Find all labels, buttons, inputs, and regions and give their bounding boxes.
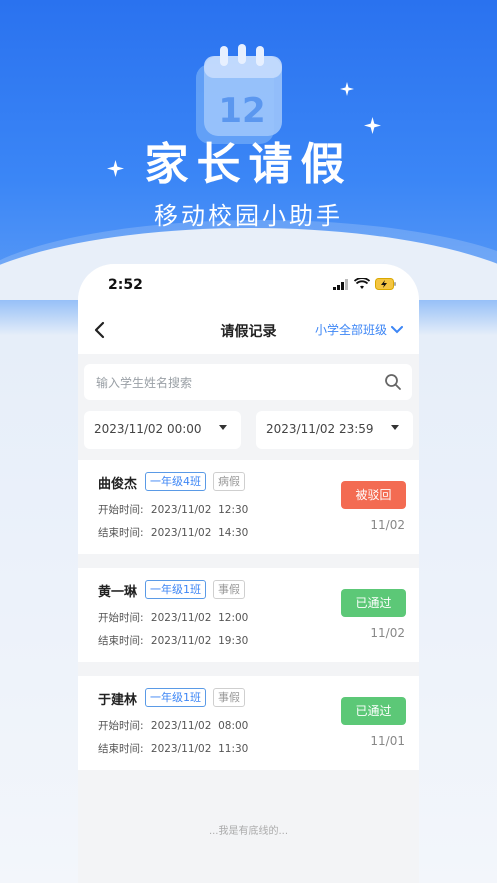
caret-down-icon: [391, 425, 399, 430]
class-tag: 一年级1班: [145, 688, 206, 707]
end-time-value: 2023/11/02 14:30: [150, 527, 249, 539]
hero-subtitle: 移动校园小助手: [154, 202, 343, 230]
hero-banner: 12 家长请假 移动校园小助手: [0, 0, 497, 300]
wifi-icon: [354, 278, 370, 289]
class-tag: 一年级4班: [145, 472, 206, 491]
start-time-label: 开始时间:: [98, 720, 144, 732]
start-date-picker[interactable]: 2023/11/02 00:00: [84, 411, 241, 449]
chevron-down-icon: [391, 325, 403, 333]
nav-bar: 请假记录 小学全部班级: [78, 308, 419, 354]
svg-text:12: 12: [218, 91, 265, 131]
status-time: 2:52: [108, 277, 143, 293]
status-badge[interactable]: 被驳回: [341, 481, 406, 509]
class-filter-label: 小学全部班级: [314, 323, 387, 337]
status-icons: [333, 278, 397, 290]
start-time-value: 2023/11/02 08:00: [150, 720, 249, 732]
signal-icon: [333, 278, 348, 290]
start-time-label: 开始时间:: [98, 504, 144, 516]
end-time-value: 2023/11/02 19:30: [150, 635, 249, 647]
status-badge[interactable]: 已通过: [341, 697, 406, 725]
record-date: 11/02: [370, 626, 405, 640]
student-name: 黄一琳: [98, 585, 138, 600]
record-date: 11/02: [370, 518, 405, 532]
end-time-value: 2023/11/02 11:30: [150, 743, 249, 755]
leave-record-card[interactable]: 于建林 一年级1班 事假 开始时间: 2023/11/02 08:00 结束时间…: [78, 676, 419, 770]
student-name: 曲俊杰: [98, 477, 138, 492]
start-time-row: 开始时间: 2023/11/02 12:30: [98, 502, 248, 517]
class-filter-dropdown[interactable]: 小学全部班级: [315, 321, 403, 338]
sparkle-icon: [340, 82, 354, 96]
end-time-row: 结束时间: 2023/11/02 14:30: [98, 525, 248, 540]
end-time-row: 结束时间: 2023/11/02 19:30: [98, 633, 248, 648]
battery-charging-icon: [375, 278, 396, 290]
leave-type-tag: 事假: [213, 688, 245, 707]
start-time-value: 2023/11/02 12:00: [150, 612, 249, 624]
leave-type-tag: 事假: [213, 580, 245, 599]
student-name: 于建林: [98, 693, 138, 708]
hero-title: 家长请假: [144, 139, 353, 190]
end-date-text: 2023/11/02 23:59: [266, 422, 374, 436]
end-time-label: 结束时间:: [98, 635, 144, 647]
start-time-label: 开始时间:: [98, 612, 144, 624]
record-date: 11/01: [370, 734, 405, 748]
leave-record-card[interactable]: 曲俊杰 一年级4班 病假 开始时间: 2023/11/02 12:30 结束时间…: [78, 460, 419, 554]
status-bar: 2:52: [78, 264, 419, 308]
caret-down-icon: [219, 425, 227, 430]
end-time-label: 结束时间:: [98, 743, 144, 755]
search-icon[interactable]: [384, 373, 402, 391]
end-date-picker[interactable]: 2023/11/02 23:59: [256, 411, 413, 449]
start-time-value: 2023/11/02 12:30: [150, 504, 249, 516]
class-tag: 一年级1班: [145, 580, 206, 599]
start-time-row: 开始时间: 2023/11/02 12:00: [98, 610, 248, 625]
end-time-row: 结束时间: 2023/11/02 11:30: [98, 741, 248, 756]
phone-screen: 2:52 请假记录 小学全部班级 输入学生姓名搜索 2023/11/02 00:…: [78, 264, 419, 883]
leave-type-tag: 病假: [213, 472, 245, 491]
start-time-row: 开始时间: 2023/11/02 08:00: [98, 718, 248, 733]
start-date-text: 2023/11/02 00:00: [94, 422, 202, 436]
list-end-note: ...我是有底线的...: [208, 826, 289, 837]
search-placeholder: 输入学生姓名搜索: [96, 376, 193, 390]
search-input[interactable]: 输入学生姓名搜索: [84, 364, 412, 400]
end-time-label: 结束时间:: [98, 527, 144, 539]
status-badge[interactable]: 已通过: [341, 589, 406, 617]
leave-record-card[interactable]: 黄一琳 一年级1班 事假 开始时间: 2023/11/02 12:00 结束时间…: [78, 568, 419, 662]
